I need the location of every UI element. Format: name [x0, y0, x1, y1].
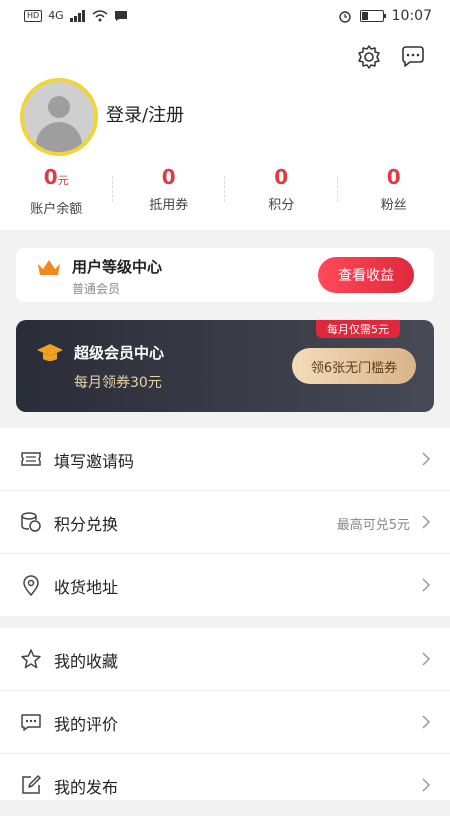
- menu-item-points-exchange[interactable]: 积分兑换 最高可兑5元: [0, 491, 450, 554]
- chevron-right-icon: [420, 450, 432, 468]
- stat-points[interactable]: 0 积分: [225, 164, 338, 224]
- menu-label: 我的评价: [54, 711, 118, 735]
- ticket-icon: [20, 448, 42, 470]
- network-badge: 4G: [48, 9, 64, 22]
- stat-value: 0: [44, 165, 58, 189]
- stat-label: 粉丝: [338, 194, 450, 213]
- chevron-right-icon: [420, 576, 432, 594]
- profile-header: 登录/注册 0元 账户余额 0 抵用券 0 积分 0 粉丝: [0, 36, 450, 230]
- hd-badge: HD: [24, 10, 42, 22]
- menu-group-1: 填写邀请码 积分兑换 最高可兑5元 收货地址: [0, 428, 450, 616]
- messages-button[interactable]: [400, 44, 426, 70]
- menu-item-invite-code[interactable]: 填写邀请码: [0, 428, 450, 491]
- battery-icon: [360, 10, 384, 22]
- claim-coupons-button[interactable]: 领6张无门槛券: [292, 348, 416, 384]
- edit-icon: [20, 774, 42, 796]
- menu-label: 收货地址: [54, 574, 118, 598]
- vip-subtitle: 每月领券30元: [74, 372, 162, 392]
- signal-icon: [70, 10, 86, 22]
- stat-fans[interactable]: 0 粉丝: [338, 164, 450, 224]
- level-title: 用户等级中心: [72, 256, 162, 277]
- alarm-icon: [338, 9, 352, 23]
- stat-label: 积分: [225, 194, 338, 213]
- stat-label: 账户余额: [0, 198, 113, 217]
- stat-value: 0: [274, 165, 288, 189]
- menu-label: 积分兑换: [54, 511, 118, 535]
- menu-item-my-posts[interactable]: 我的发布: [0, 754, 450, 816]
- vip-price-tag: 每月仅需5元: [316, 320, 400, 338]
- menu-item-favorites[interactable]: 我的收藏: [0, 628, 450, 691]
- chevron-right-icon: [420, 713, 432, 731]
- stat-value: 0: [387, 165, 401, 189]
- wifi-icon: [92, 10, 108, 22]
- level-subtitle: 普通会员: [72, 280, 120, 297]
- header-actions: [356, 44, 426, 70]
- coins-icon: [20, 511, 42, 533]
- view-earnings-button[interactable]: 查看收益: [318, 257, 414, 293]
- chevron-right-icon: [420, 650, 432, 668]
- graduation-cap-icon: [36, 342, 64, 364]
- avatar[interactable]: [20, 78, 98, 156]
- stat-value: 0: [162, 165, 176, 189]
- user-level-card[interactable]: 用户等级中心 普通会员 查看收益: [16, 248, 434, 302]
- stats-row: 0元 账户余额 0 抵用券 0 积分 0 粉丝: [0, 164, 450, 224]
- chevron-right-icon: [420, 513, 432, 531]
- message-icon: [114, 10, 128, 22]
- avatar-head: [48, 96, 70, 118]
- stat-unit: 元: [58, 174, 69, 187]
- menu-item-reviews[interactable]: 我的评价: [0, 691, 450, 754]
- gear-icon: [356, 44, 382, 70]
- settings-button[interactable]: [356, 44, 382, 70]
- status-time: 10:07: [392, 8, 432, 24]
- location-pin-icon: [20, 574, 42, 596]
- crown-icon: [36, 258, 62, 278]
- super-vip-card[interactable]: 超级会员中心 每月领券30元 每月仅需5元 领6张无门槛券: [16, 320, 434, 412]
- stat-balance[interactable]: 0元 账户余额: [0, 164, 113, 224]
- menu-label: 我的发布: [54, 774, 118, 798]
- vip-title: 超级会员中心: [74, 342, 164, 363]
- login-register-link[interactable]: 登录/注册: [106, 101, 184, 127]
- status-right: 10:07: [338, 8, 432, 24]
- menu-hint: 最高可兑5元: [337, 514, 410, 533]
- status-bar: HD 4G 10:07: [0, 0, 450, 36]
- chevron-right-icon: [420, 776, 432, 794]
- menu-label: 我的收藏: [54, 648, 118, 672]
- status-left: HD 4G: [24, 9, 128, 22]
- menu-item-shipping-address[interactable]: 收货地址: [0, 554, 450, 616]
- stat-coupons[interactable]: 0 抵用券: [113, 164, 226, 224]
- menu-label: 填写邀请码: [54, 448, 134, 472]
- avatar-body: [36, 122, 82, 152]
- stat-label: 抵用券: [113, 194, 226, 213]
- comment-icon: [20, 711, 42, 733]
- star-icon: [20, 648, 42, 670]
- chat-bubble-icon: [400, 44, 426, 70]
- menu-group-2: 我的收藏 我的评价 我的发布: [0, 628, 450, 800]
